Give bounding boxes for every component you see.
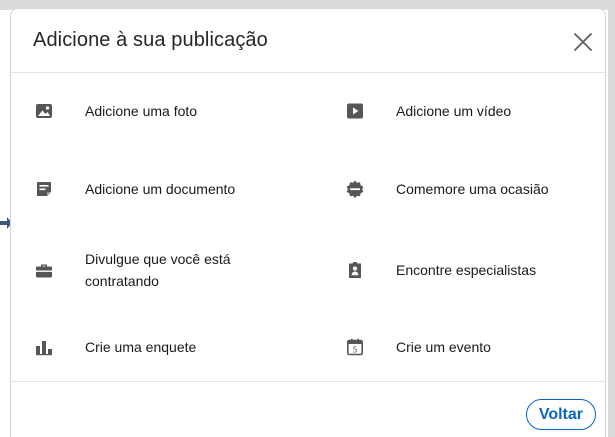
document-icon bbox=[35, 180, 53, 198]
svg-text:5: 5 bbox=[353, 346, 358, 355]
option-label: Encontre especialistas bbox=[396, 262, 537, 278]
image-icon bbox=[35, 102, 53, 120]
option-label: Comemore uma ocasião bbox=[396, 181, 549, 197]
option-label: Crie uma enquete bbox=[85, 339, 197, 355]
add-photo-option[interactable]: Adicione uma foto bbox=[35, 91, 285, 131]
close-icon bbox=[574, 33, 592, 51]
celebration-badge-icon bbox=[346, 180, 364, 198]
dialog-header: Adicione à sua publicação bbox=[11, 9, 605, 73]
celebrate-occasion-option[interactable]: Comemore uma ocasião bbox=[346, 169, 596, 209]
close-button[interactable] bbox=[567, 26, 599, 58]
clipboard-badge-icon bbox=[346, 261, 364, 279]
add-to-post-dialog: Adicione à sua publicação Adicione uma f… bbox=[10, 8, 606, 437]
share-hiring-option[interactable]: Divulgue que você está contratando bbox=[35, 246, 305, 294]
poll-chart-icon bbox=[35, 338, 53, 356]
option-label: Adicione um vídeo bbox=[396, 103, 512, 119]
video-play-icon bbox=[346, 102, 364, 120]
find-experts-option[interactable]: Encontre especialistas bbox=[346, 250, 596, 290]
briefcase-icon bbox=[35, 261, 53, 279]
back-button[interactable]: Voltar bbox=[525, 399, 596, 430]
dialog-footer: Voltar bbox=[11, 381, 605, 437]
option-label: Divulgue que você está contratando bbox=[85, 251, 231, 289]
create-event-option[interactable]: 5 Crie um evento bbox=[346, 327, 596, 367]
create-poll-option[interactable]: Crie uma enquete bbox=[35, 327, 285, 367]
calendar-icon: 5 bbox=[346, 338, 364, 356]
add-video-option[interactable]: Adicione um vídeo bbox=[346, 91, 596, 131]
option-label: Adicione uma foto bbox=[85, 103, 198, 119]
add-document-option[interactable]: Adicione um documento bbox=[35, 169, 285, 209]
option-label: Adicione um documento bbox=[85, 181, 236, 197]
backdrop-right bbox=[608, 0, 615, 437]
page: Adicione à sua publicação Adicione uma f… bbox=[0, 0, 615, 437]
dialog-title: Adicione à sua publicação bbox=[33, 29, 268, 51]
option-label: Crie um evento bbox=[396, 339, 491, 355]
